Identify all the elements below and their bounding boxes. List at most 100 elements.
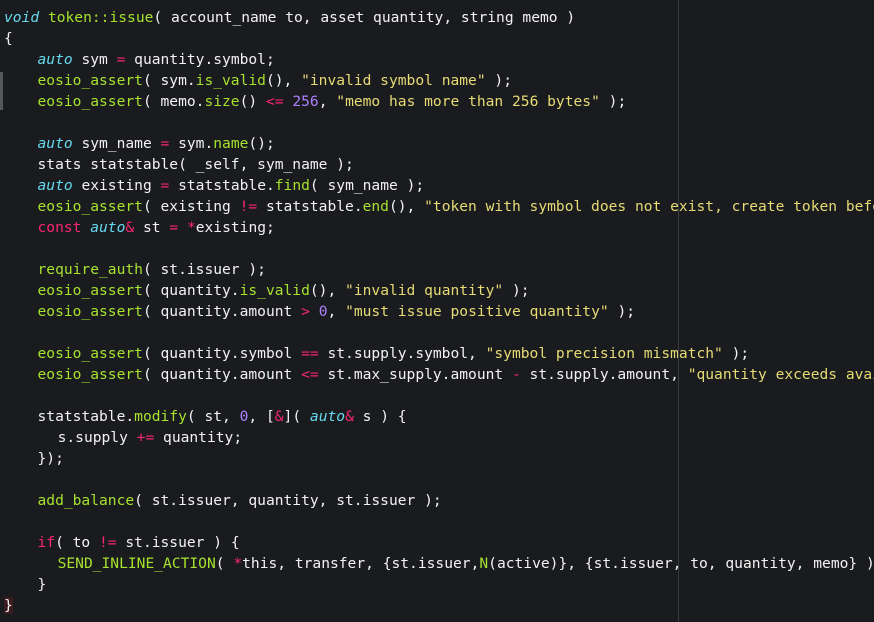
code-token: auto [309, 408, 346, 425]
code-line[interactable]: eosio_assert( existing != statstable.end… [0, 196, 874, 217]
code-token: - [511, 366, 521, 383]
code-token: const [37, 219, 82, 236]
code-line[interactable]: SEND_INLINE_ACTION( *this, transfer, {st… [0, 553, 874, 574]
code-token: ( sym. [142, 72, 196, 89]
code-token: auto [37, 135, 73, 152]
code-line[interactable]: statstable.modify( st, 0, [&]( auto& s )… [0, 406, 874, 427]
code-token: s ) { [353, 408, 407, 425]
code-line[interactable] [0, 322, 874, 343]
code-token: ]( [283, 408, 310, 425]
code-token: }); [37, 450, 64, 467]
code-token: add_balance [37, 492, 135, 509]
code-token: eosio_assert [37, 282, 143, 299]
code-token: this, transfer, {st.issuer, [242, 555, 480, 572]
code-editor[interactable]: void token::issue( account_name to, asse… [0, 0, 874, 622]
code-line[interactable]: eosio_assert( quantity.symbol == st.supp… [0, 343, 874, 364]
code-token: if [37, 534, 56, 551]
code-token: "invalid quantity" [345, 282, 504, 299]
code-token: ( [153, 9, 163, 26]
code-token: modify [134, 408, 187, 425]
code-line[interactable]: const auto& st = *existing; [0, 217, 874, 238]
code-token: eosio_assert [37, 345, 143, 362]
code-token: "invalid symbol name" [301, 72, 486, 89]
code-token: = [160, 177, 170, 194]
code-token: quantity; [154, 429, 243, 446]
code-token: "must issue positive quantity" [345, 303, 609, 320]
code-token: ( st.issuer, quantity, st.issuer ); [134, 492, 442, 509]
code-token: auto [37, 177, 73, 194]
code-token: ( st, [186, 408, 240, 425]
code-line[interactable]: auto existing = statstable.find( sym_nam… [0, 175, 874, 196]
code-token: eosio_assert [37, 72, 143, 89]
code-token: , [ [248, 408, 275, 425]
code-token: } [4, 597, 13, 614]
code-line[interactable]: auto sym_name = sym.name(); [0, 133, 874, 154]
code-line[interactable] [0, 385, 874, 406]
code-line[interactable]: eosio_assert( quantity.amount > 0, "must… [0, 301, 874, 322]
code-token: st [134, 219, 170, 236]
code-line[interactable] [0, 112, 874, 133]
code-token: auto [37, 51, 73, 68]
code-token: , [318, 93, 337, 110]
code-line[interactable]: eosio_assert( quantity.is_valid(), "inva… [0, 280, 874, 301]
code-token: eosio_assert [37, 198, 143, 215]
code-token: find [274, 177, 310, 194]
code-line[interactable]: s.supply += quantity; [0, 427, 874, 448]
code-token: == [301, 345, 319, 362]
code-token: <= [301, 366, 319, 383]
code-line[interactable]: } [0, 574, 874, 595]
code-line[interactable]: stats statstable( _self, sym_name ); [0, 154, 874, 175]
code-token: 256 [292, 93, 319, 110]
code-token: st.supply.amount, [520, 366, 688, 383]
code-token: eosio_assert [37, 366, 143, 383]
code-line[interactable] [0, 511, 874, 532]
code-line[interactable]: eosio_assert( quantity.amount <= st.max_… [0, 364, 874, 385]
code-token: } [37, 576, 47, 593]
code-token: sym. [169, 135, 214, 152]
code-line[interactable]: eosio_assert( sym.is_valid(), "invalid s… [0, 70, 874, 91]
code-token: ); [599, 93, 627, 110]
code-token: <= [265, 93, 284, 110]
code-line[interactable]: if( to != st.issuer ) { [0, 532, 874, 553]
code-line[interactable]: eosio_assert( memo.size() <= 256, "memo … [0, 91, 874, 112]
code-line[interactable]: } [0, 595, 874, 616]
code-line[interactable]: add_balance( st.issuer, quantity, st.iss… [0, 490, 874, 511]
code-token: statstable. [257, 198, 363, 215]
code-token: ( memo. [142, 93, 205, 110]
code-token: ( quantity.amount [142, 303, 302, 320]
code-line[interactable]: }); [0, 448, 874, 469]
code-line[interactable]: void token::issue( account_name to, asse… [0, 7, 874, 28]
code-token: ); [485, 72, 512, 89]
code-token: statstable. [169, 177, 275, 194]
code-token: & [345, 408, 354, 425]
code-token: ( to [55, 534, 100, 551]
code-token: s.supply [57, 429, 137, 446]
code-token: size [204, 93, 240, 110]
code-token: N [479, 555, 489, 572]
code-token: "memo has more than 256 bytes" [336, 93, 600, 110]
code-token: = [160, 135, 170, 152]
code-token: * [233, 555, 243, 572]
code-token: != [239, 198, 258, 215]
code-token: (active)}, {st.issuer, to, quantity, mem… [488, 555, 874, 572]
code-token: st.issuer ) { [116, 534, 240, 551]
code-token: = [169, 219, 179, 236]
code-token: name [213, 135, 249, 152]
code-token: eosio_assert [37, 303, 143, 320]
code-line[interactable]: { [0, 28, 874, 49]
code-token: eosio_assert [37, 93, 143, 110]
code-token: stats statstable( _self, sym_name ); [37, 156, 354, 173]
code-line[interactable] [0, 238, 874, 259]
code-line[interactable]: auto sym = quantity.symbol; [0, 49, 874, 70]
code-line[interactable] [0, 469, 874, 490]
code-line[interactable]: require_auth( st.issuer ); [0, 259, 874, 280]
code-token: token::issue [47, 9, 154, 26]
code-token: ( sym_name ); [309, 177, 425, 194]
code-token: SEND_INLINE_ACTION [57, 555, 216, 572]
code-token: (), [309, 282, 346, 299]
code-content[interactable]: void token::issue( account_name to, asse… [0, 7, 874, 616]
code-token: ( quantity. [142, 282, 240, 299]
